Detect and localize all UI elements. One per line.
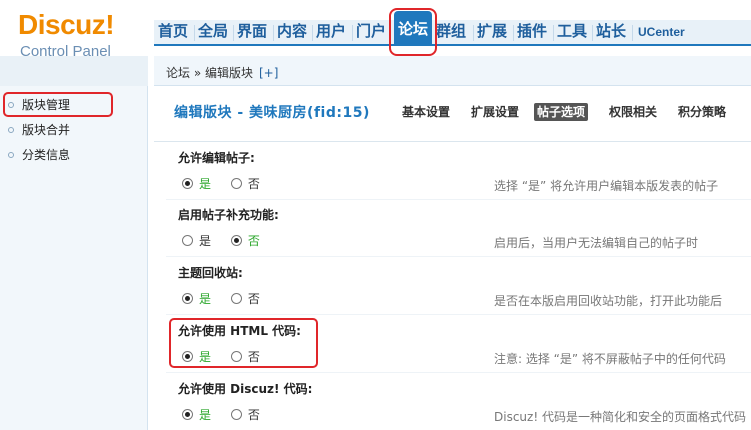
nav-divider	[312, 25, 313, 41]
tab-permissions[interactable]: 权限相关	[606, 103, 660, 121]
divider	[166, 199, 751, 200]
nav-forum[interactable]: 论坛	[394, 11, 433, 46]
bullet-icon	[8, 151, 14, 158]
nav-extend[interactable]: 扩展	[477, 20, 507, 44]
row-description: 是否在本版启用回收站功能，打开此功能后	[494, 294, 723, 308]
row-label: 允许使用 Discuz! 代码:	[178, 382, 313, 396]
radio-group: 是 否	[182, 348, 276, 366]
nav-global[interactable]: 全局	[198, 20, 228, 44]
radio-icon[interactable]	[182, 293, 193, 304]
nav-users[interactable]: 用户	[316, 20, 346, 44]
sidebar-header	[0, 56, 148, 86]
row-description: Discuz! 代码是一种简化和安全的页面格式代码	[494, 410, 746, 424]
tab-credits[interactable]: 积分策略	[675, 103, 729, 121]
row-label: 主题回收站:	[178, 266, 243, 280]
radio-icon[interactable]	[230, 235, 242, 246]
breadcrumb-text: 论坛 » 编辑版块	[166, 66, 253, 80]
radio-label: 否	[247, 177, 260, 191]
add-shortcut-link[interactable]: [+]	[259, 66, 278, 80]
radio-option-no[interactable]: 否	[230, 232, 260, 250]
nav-plugins[interactable]: 插件	[517, 20, 547, 44]
radio-label: 是	[199, 350, 212, 364]
row-label: 允许使用 HTML 代码:	[178, 324, 301, 338]
radio-icon[interactable]	[182, 409, 193, 420]
nav-home[interactable]: 首页	[158, 20, 188, 44]
nav-tools[interactable]: 工具	[557, 20, 587, 44]
row-description: 选择 “是” 将允许用户编辑本版发表的帖子	[494, 179, 719, 193]
nav-divider	[273, 25, 274, 41]
logo[interactable]: Discuz! Control Panel	[0, 0, 152, 60]
row-label: 允许编辑帖子:	[178, 151, 255, 165]
breadcrumb: 论坛 » 编辑版块 [+]	[166, 64, 278, 81]
radio-label: 否	[247, 408, 260, 422]
radio-label: 否	[247, 292, 260, 306]
radio-label: 否	[247, 350, 260, 364]
radio-icon[interactable]	[230, 293, 242, 304]
sidebar-item-label: 分类信息	[22, 148, 71, 162]
radio-label: 是	[199, 177, 212, 191]
radio-icon[interactable]	[182, 178, 193, 189]
radio-icon[interactable]	[230, 351, 242, 362]
radio-option-yes[interactable]: 是	[182, 290, 211, 308]
tab-post-options[interactable]: 帖子选项	[534, 103, 589, 121]
nav-group[interactable]: 群组	[436, 20, 466, 44]
radio-label: 是	[199, 408, 212, 422]
radio-option-no[interactable]: 否	[230, 290, 260, 308]
nav-divider	[592, 25, 593, 41]
nav-content[interactable]: 内容	[277, 20, 307, 44]
radio-icon[interactable]	[230, 409, 242, 420]
sidebar-item-category-info[interactable]: 分类信息	[8, 145, 70, 165]
radio-label: 是	[199, 234, 212, 248]
row-description: 注意: 选择 “是” 将不屏蔽帖子中的任何代码	[494, 352, 726, 366]
bullet-icon	[8, 101, 14, 108]
radio-option-yes[interactable]: 是	[182, 175, 211, 193]
radio-icon[interactable]	[182, 351, 193, 362]
page-title: 编辑版块 - 美味厨房(fid:15)	[174, 105, 370, 121]
nav-divider	[473, 25, 474, 41]
tab-extend[interactable]: 扩展设置	[468, 103, 522, 121]
sidebar-item-label: 版块管理	[22, 98, 71, 112]
radio-option-yes[interactable]: 是	[182, 232, 211, 250]
radio-label: 否	[247, 234, 260, 248]
radio-option-yes[interactable]: 是	[182, 348, 211, 366]
nav-webmaster[interactable]: 站长	[596, 20, 626, 44]
main-panel: 编辑版块 - 美味厨房(fid:15) 基本设置 扩展设置 帖子选项 权限相关 …	[154, 86, 751, 430]
radio-option-no[interactable]: 否	[230, 175, 260, 193]
radio-option-no[interactable]: 否	[230, 348, 260, 366]
radio-group: 是 否	[182, 406, 276, 424]
nav-divider	[632, 25, 633, 41]
radio-group: 是 否	[182, 175, 276, 193]
divider	[166, 314, 751, 315]
top-nav: 首页 全局 界面 内容 用户 门户 论坛 群组 扩展 插件 工具 站长 UCen…	[154, 11, 751, 46]
row-description: 启用后，当用户无法编辑自己的帖子时	[494, 236, 699, 250]
radio-label: 是	[199, 292, 212, 306]
nav-ucenter[interactable]: UCenter	[638, 20, 685, 44]
nav-divider	[194, 25, 195, 41]
row-label: 启用帖子补充功能:	[178, 208, 279, 222]
radio-group: 是 否	[182, 290, 276, 308]
nav-interface[interactable]: 界面	[237, 20, 267, 44]
sidebar-item-label: 版块合并	[22, 123, 71, 137]
sidebar: 版块管理 版块合并 分类信息	[0, 86, 148, 430]
divider	[166, 256, 751, 257]
nav-divider	[553, 25, 554, 41]
title-row: 编辑版块 - 美味厨房(fid:15) 基本设置 扩展设置 帖子选项 权限相关 …	[154, 86, 751, 142]
logo-title: Discuz!	[18, 9, 115, 40]
tab-basic[interactable]: 基本设置	[399, 103, 453, 121]
sidebar-item-forum-manage[interactable]: 版块管理	[8, 95, 70, 115]
radio-group: 是 否	[182, 232, 276, 250]
radio-option-no[interactable]: 否	[230, 406, 260, 424]
radio-icon[interactable]	[182, 235, 193, 246]
nav-divider	[352, 25, 353, 41]
nav-portal[interactable]: 门户	[356, 20, 386, 44]
sidebar-item-forum-merge[interactable]: 版块合并	[8, 120, 70, 140]
header: Discuz! Control Panel 首页 全局 界面 内容 用户 门户 …	[0, 0, 751, 60]
nav-divider	[513, 25, 514, 41]
nav-divider	[233, 25, 234, 41]
radio-option-yes[interactable]: 是	[182, 406, 211, 424]
breadcrumb-bar: 论坛 » 编辑版块 [+]	[154, 56, 751, 86]
bullet-icon	[8, 126, 14, 133]
divider	[166, 372, 751, 373]
radio-icon[interactable]	[230, 178, 242, 189]
